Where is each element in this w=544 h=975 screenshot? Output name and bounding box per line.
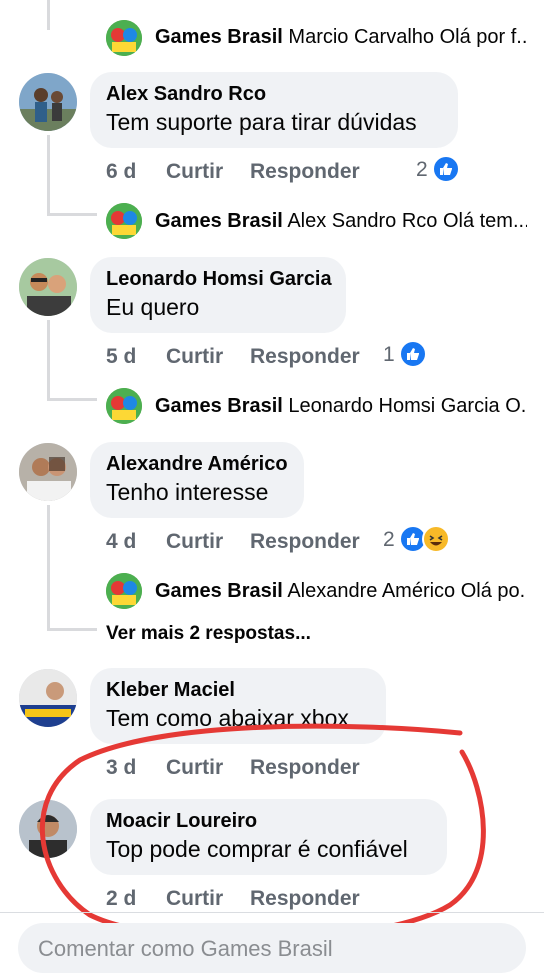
comment-author[interactable]: Leonardo Homsi Garcia	[106, 267, 332, 291]
thread-line	[47, 398, 97, 401]
thread-line	[47, 628, 97, 631]
avatar[interactable]	[19, 443, 77, 501]
thread-line	[47, 505, 50, 630]
comment-input[interactable]	[36, 923, 500, 975]
reply-author: Games Brasil	[155, 210, 283, 232]
reply-button[interactable]: Responder	[250, 530, 360, 554]
comment-bubble[interactable]: Alexandre Américo Tenho interesse	[90, 442, 304, 518]
like-reaction-icon[interactable]	[432, 155, 460, 183]
like-reaction-icon[interactable]	[399, 340, 427, 368]
thread-line	[47, 135, 50, 215]
like-button[interactable]: Curtir	[166, 756, 223, 780]
reply-text: Alex Sandro Rco Olá tem...	[287, 210, 527, 232]
reply-preview[interactable]: Games Brasil Alexandre Américo Olá po...	[155, 580, 527, 603]
reply-text: Alexandre Américo Olá po...	[287, 580, 527, 602]
see-more-replies-link[interactable]: Ver mais 2 respostas...	[106, 623, 311, 645]
reaction-count[interactable]: 2	[383, 528, 395, 552]
games-brasil-avatar[interactable]	[106, 20, 142, 56]
comment-time[interactable]: 3 d	[106, 756, 136, 780]
reply-preview[interactable]: Games Brasil Alex Sandro Rco Olá tem...	[155, 210, 527, 233]
comment-text: Tem como abaixar xbox	[106, 705, 349, 731]
comment-text: Tem suporte para tirar dúvidas	[106, 109, 417, 135]
comment-bubble[interactable]: Alex Sandro Rco Tem suporte para tirar d…	[90, 72, 458, 148]
thread-line	[47, 320, 50, 400]
comment-time[interactable]: 2 d	[106, 887, 136, 911]
haha-reaction-icon[interactable]	[422, 525, 450, 553]
avatar[interactable]	[19, 73, 77, 131]
reply-author: Games Brasil	[155, 26, 283, 48]
comment-bubble[interactable]: Moacir Loureiro Top pode comprar é confi…	[90, 799, 447, 875]
reply-text: Leonardo Homsi Garcia O...	[288, 395, 527, 417]
thread-line	[47, 213, 97, 216]
reply-author: Games Brasil	[155, 395, 283, 417]
like-button[interactable]: Curtir	[166, 887, 223, 911]
comment-text: Top pode comprar é confiável	[106, 836, 408, 862]
reply-text: Marcio Carvalho Olá por f...	[288, 26, 527, 48]
comment-time[interactable]: 6 d	[106, 160, 136, 184]
reply-preview[interactable]: Games Brasil Marcio Carvalho Olá por f..…	[155, 26, 527, 49]
comment-time[interactable]: 5 d	[106, 345, 136, 369]
comment-time[interactable]: 4 d	[106, 530, 136, 554]
reply-button[interactable]: Responder	[250, 887, 360, 911]
reaction-count[interactable]: 1	[383, 343, 395, 367]
games-brasil-avatar[interactable]	[106, 203, 142, 239]
comment-author[interactable]: Alexandre Américo	[106, 452, 288, 476]
avatar[interactable]	[19, 258, 77, 316]
avatar[interactable]	[19, 669, 77, 727]
reply-preview[interactable]: Games Brasil Leonardo Homsi Garcia O...	[155, 395, 527, 418]
comment-text: Tenho interesse	[106, 479, 269, 505]
like-button[interactable]: Curtir	[166, 345, 223, 369]
games-brasil-avatar[interactable]	[106, 573, 142, 609]
comment-composer[interactable]	[18, 923, 526, 975]
like-button[interactable]: Curtir	[166, 530, 223, 554]
comment-bubble[interactable]: Leonardo Homsi Garcia Eu quero	[90, 257, 346, 333]
reaction-count[interactable]: 2	[416, 158, 428, 182]
comment-bubble[interactable]: Kleber Maciel Tem como abaixar xbox	[90, 668, 386, 744]
comment-text: Eu quero	[106, 294, 200, 320]
comment-author[interactable]: Kleber Maciel	[106, 678, 368, 702]
reply-button[interactable]: Responder	[250, 160, 360, 184]
avatar[interactable]	[19, 800, 77, 858]
like-button[interactable]: Curtir	[166, 160, 223, 184]
reply-button[interactable]: Responder	[250, 345, 360, 369]
divider	[0, 912, 544, 913]
reply-author: Games Brasil	[155, 580, 283, 602]
comment-author[interactable]: Moacir Loureiro	[106, 809, 429, 833]
games-brasil-avatar[interactable]	[106, 388, 142, 424]
thread-line	[47, 0, 50, 30]
comment-author[interactable]: Alex Sandro Rco	[106, 82, 440, 106]
reply-button[interactable]: Responder	[250, 756, 360, 780]
